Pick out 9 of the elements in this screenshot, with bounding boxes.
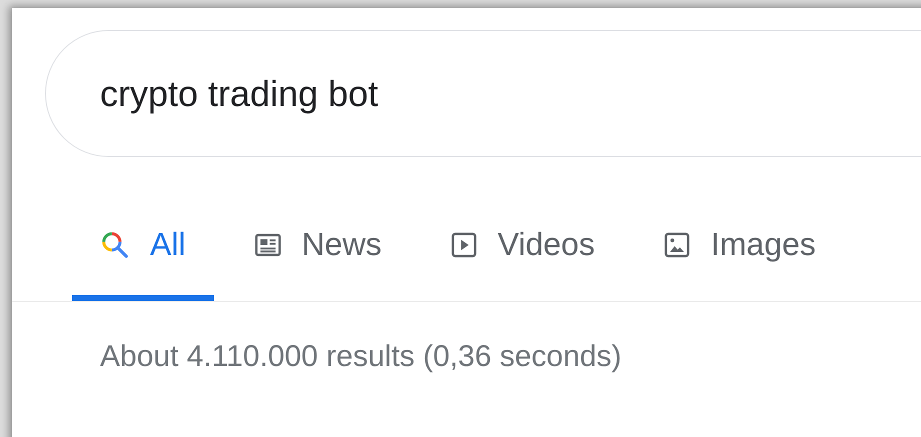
image-icon xyxy=(662,230,691,258)
tab[interactable]: All xyxy=(72,212,214,301)
tab[interactable]: Images xyxy=(634,212,844,301)
play-icon xyxy=(450,230,478,258)
results-count: About 4.110.000 results (0,36 seconds) xyxy=(100,340,622,374)
tab[interactable]: Videos xyxy=(422,212,623,301)
search-icon xyxy=(100,230,130,260)
tab[interactable]: News xyxy=(226,212,410,301)
search-field[interactable]: crypto trading bot xyxy=(45,30,921,157)
